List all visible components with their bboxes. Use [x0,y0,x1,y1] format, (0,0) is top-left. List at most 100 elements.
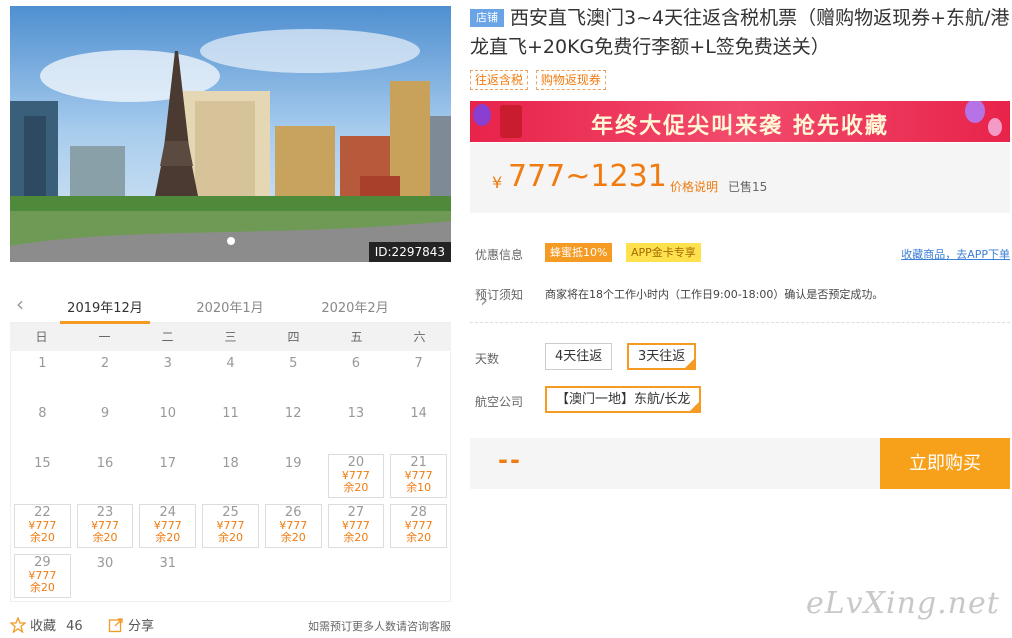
day-remaining: 余10 [406,481,432,494]
day-number: 22 [34,505,51,520]
favorite-count: 46 [66,619,83,634]
favorite-button[interactable]: 收藏 46 [10,615,83,634]
share-button[interactable]: 分享 [108,615,154,634]
share-label: 分享 [128,619,155,634]
calendar-day-available[interactable]: 24 ¥777 余20 [139,504,197,548]
calendar-day-available[interactable]: 21 ¥777 余10 [390,454,447,498]
calendar-day-available[interactable]: 22 ¥777 余20 [14,504,71,548]
price-box: ¥ 777~1231 价格说明 已售15 [470,143,1010,213]
booking-label: 预订须知 [475,288,524,302]
product-photo[interactable]: ID:2297843 [10,6,451,262]
tab-month-3[interactable]: 2020年2月 [310,297,400,316]
day-number: 21 [410,455,427,470]
tag-cashback-coupon: 购物返现券 [535,70,606,90]
calendar-day: 9 [74,401,137,451]
promo-banner[interactable]: 年终大促尖叫来袭 抢先收藏 [470,101,1010,142]
calendar-day-available[interactable]: 28 ¥777 余20 [390,504,447,548]
booking-notice: 商家将在18个工作小时内（工作日9:00-18:00）确认是否预定成功。 [545,288,884,301]
calendar-day: 1 [11,351,74,401]
calendar-day: 15 [11,451,74,501]
day-number: 7 [414,356,423,371]
calendar-day-available[interactable]: 20 ¥777 余20 [327,454,385,498]
prev-month-icon[interactable]: ‹ [16,294,24,314]
option-airline[interactable]: 【澳门一地】东航/长龙 [545,386,702,413]
day-number: 18 [222,456,239,471]
tab-month-1[interactable]: 2019年12月 [60,297,150,324]
weekday-header: 日 一 二 三 四 五 六 [10,323,451,351]
day-number: 19 [284,456,302,471]
day-number: 26 [284,505,302,520]
option-4-day[interactable]: 4天往返 [545,343,613,370]
day-number: 11 [222,406,239,421]
calendar-day-available[interactable]: 26 ¥777 余20 [264,504,322,548]
calendar-day-available[interactable]: 23 ¥777 余20 [76,504,134,548]
day-number: 1 [38,356,47,371]
tag-tax-included: 往返含税 [470,70,529,90]
option-3-day[interactable]: 3天往返 [627,343,697,370]
buy-now-button[interactable]: 立即购买 [880,438,1010,489]
tab-month-2[interactable]: 2020年1月 [185,297,275,316]
calendar-day: 4 [199,351,262,401]
calendar-day: 10 [136,401,199,451]
divider [470,322,1010,323]
feature-tags: 往返含税 购物返现券 [470,70,610,90]
weekday-label: 一 [98,330,111,344]
favorite-label: 收藏 [30,619,57,634]
weekday-label: 五 [350,330,363,344]
day-remaining: 余20 [343,481,369,494]
share-icon [108,618,123,633]
image-id-label: ID:2297843 [368,242,451,262]
day-number: 20 [347,455,365,470]
weekday-label: 三 [224,330,237,344]
app-order-link[interactable]: 收藏商品，去APP下单 [901,246,1010,262]
day-number: 16 [96,456,114,471]
day-number: 2 [100,356,110,371]
product-title-block: 店铺 西安直飞澳门3~4天往返含税机票（赠购物返现券+东航/港龙直飞+20KG免费… [470,4,1010,62]
calendar-day: 5 [262,351,325,401]
calendar-day: 8 [11,401,74,451]
day-remaining: 余20 [406,531,432,544]
day-number: 25 [222,505,239,520]
calendar-day-available[interactable]: 25 ¥777 余20 [202,504,259,548]
day-remaining: 余20 [92,531,118,544]
day-number: 28 [410,505,427,520]
calendar-day-available[interactable]: 27 ¥777 余20 [327,504,385,548]
day-number: 30 [96,556,114,571]
calendar-day: 7 [387,351,450,401]
calendar-day: 14 [387,401,450,451]
calendar-day: 6 [325,351,388,401]
day-number: 3 [163,356,172,371]
currency-symbol: ¥ [492,173,503,192]
macau-skyline-image [10,6,451,262]
day-number: 5 [289,356,298,371]
shop-badge[interactable]: 店铺 [470,9,504,27]
calendar-day: 17 [136,451,199,501]
calendar-day: 30 [74,551,137,601]
weekday-label: 六 [413,330,426,344]
sold-count: 已售15 [728,180,768,194]
price-note-link[interactable]: 价格说明 [670,178,718,195]
day-number: 23 [96,505,114,520]
day-remaining: 余20 [280,531,306,544]
price-range: 777~1231 [508,159,667,194]
offers-label: 优惠信息 [475,248,524,262]
selected-price: -- [498,446,522,474]
site-watermark: eLvXing.net [806,586,1000,621]
calendar-grid: 1 2 3 4 5 6 7 8 9 10 11 12 13 14 15 16 17 18 19 20 ¥777 余20 21… [10,351,451,602]
calendar-day: 19 [262,451,325,501]
honey-discount-badge: 蜂蜜抵10% [545,243,613,262]
calendar-day: 31 [136,551,199,601]
day-number: 10 [159,406,177,421]
day-number: 4 [226,356,235,371]
weekday-label: 日 [35,330,48,344]
calendar-day-available[interactable]: 29 ¥777 余20 [14,554,71,598]
action-bar: 收藏 46 分享 如需预订更多人数请咨询客服 [10,612,451,638]
day-number: 9 [100,406,110,421]
day-number: 14 [410,406,427,421]
weekday-label: 四 [287,330,300,344]
calendar-day: 11 [199,401,262,451]
date-calendar: ‹ 2019年12月 2020年1月 2020年2月 › 日 一 二 三 四 五… [10,290,488,602]
product-title: 西安直飞澳门3~4天往返含税机票（赠购物返现券+东航/港龙直飞+20KG免费行李… [470,7,1010,58]
day-number: 12 [284,406,302,421]
day-number: 6 [351,356,361,371]
